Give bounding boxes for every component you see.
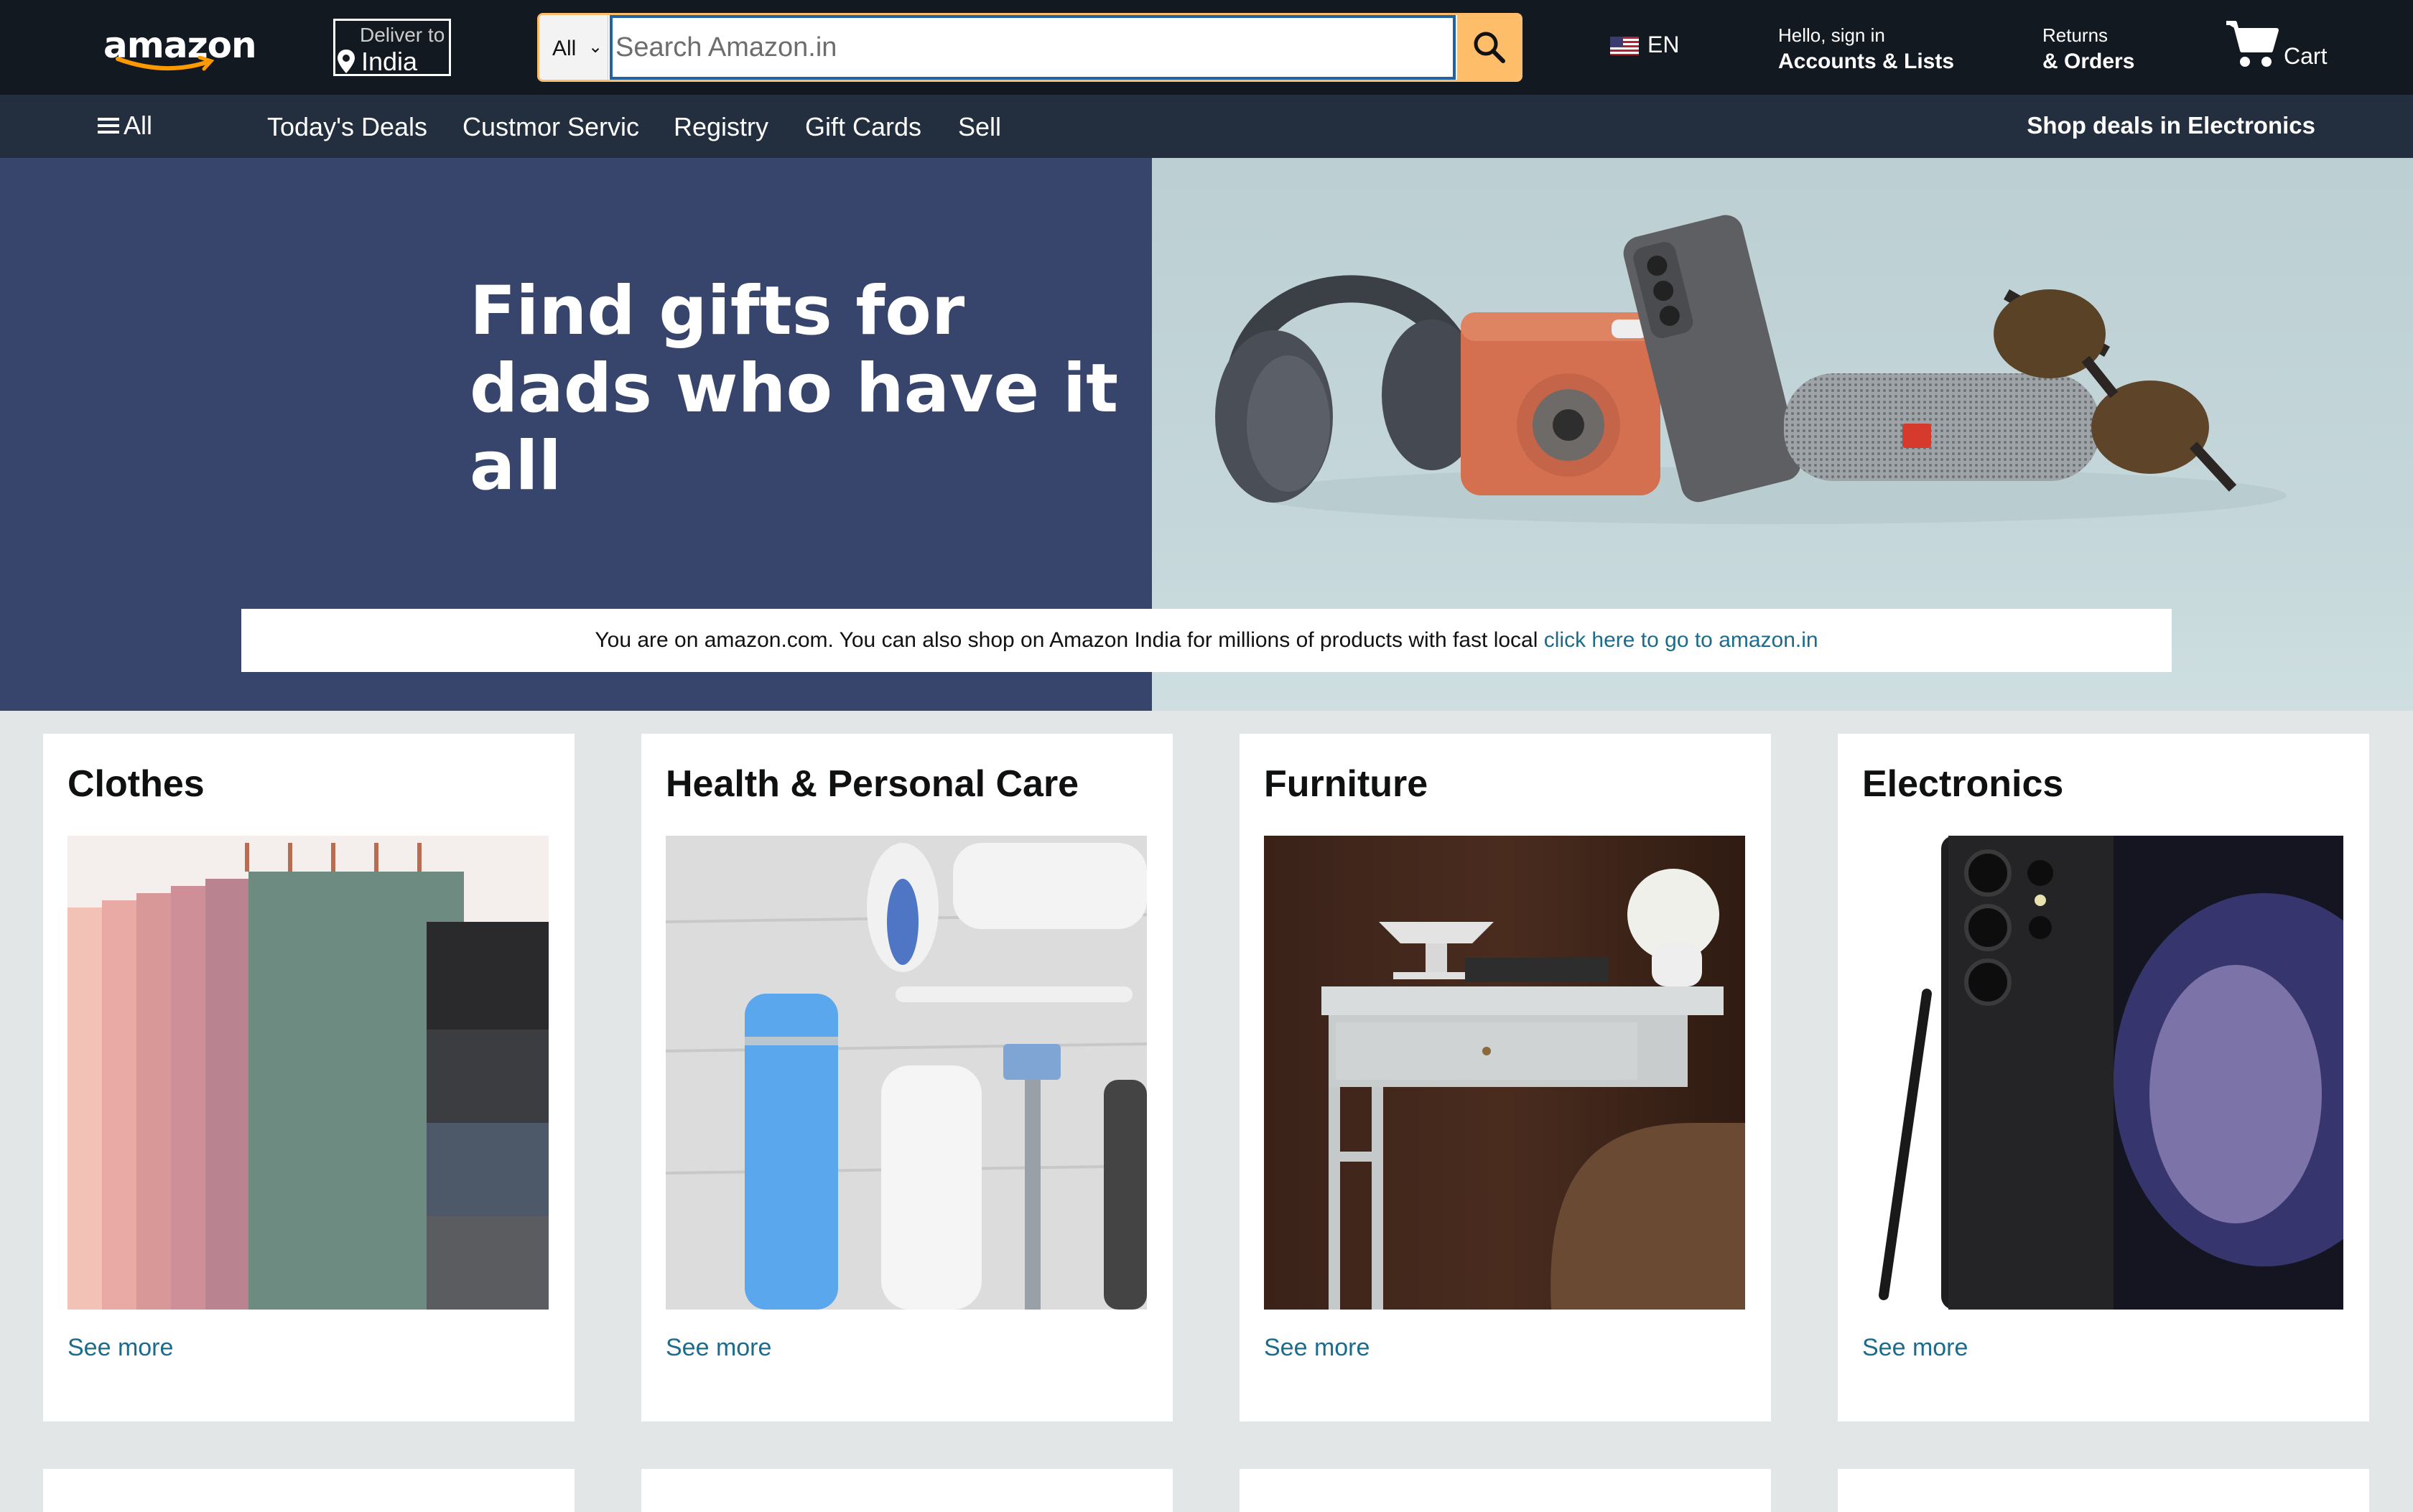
speaker-image (1784, 373, 2100, 481)
card-title: Clothes (68, 763, 205, 805)
nav-link-gift-cards[interactable]: Gift Cards (805, 112, 921, 142)
amazon-india-link[interactable]: click here to go to amazon.in (1544, 628, 1818, 652)
see-more-link[interactable]: See more (1264, 1334, 1370, 1362)
clothes-image[interactable] (68, 836, 549, 1310)
health-personal-care-image[interactable] (666, 836, 1147, 1310)
all-menu-label: All (124, 111, 153, 140)
account-menu[interactable]: Hello, sign in Accounts & Lists (1778, 24, 1954, 74)
category-card-health: Health & Personal Care See more (641, 734, 1173, 1422)
search-bar: All ⌄ (537, 13, 1522, 82)
card-title: Electronics (1862, 763, 2064, 805)
nav-link-registry[interactable]: Registry (674, 112, 768, 142)
location-pin-icon (338, 50, 355, 73)
language-label: EN (1647, 32, 1680, 57)
instant-camera-image (1461, 312, 1660, 495)
notice-text: You are on amazon.com. You can also shop… (595, 628, 1544, 652)
category-card-partial (43, 1469, 575, 1512)
sub-navbar: All Today's Deals Custmor Servic Registr… (0, 95, 2413, 158)
search-category-select[interactable]: All ⌄ (539, 15, 608, 80)
furniture-image[interactable] (1264, 836, 1745, 1310)
see-more-link[interactable]: See more (1862, 1334, 1968, 1362)
electronics-image[interactable] (1862, 836, 2343, 1310)
logo-smile-icon (116, 56, 215, 71)
cart-icon (2226, 21, 2279, 67)
hero-title-line2: dads who have it all (470, 350, 1119, 505)
account-greeting: Hello, sign in (1778, 24, 1885, 46)
amazon-india-notice: You are on amazon.com. You can also shop… (241, 609, 2172, 672)
amazon-logo[interactable]: amazon (101, 22, 257, 73)
see-more-link[interactable]: See more (68, 1334, 173, 1362)
category-card-furniture: Furniture See more (1240, 734, 1771, 1422)
deliver-to-location: India (361, 47, 418, 76)
search-button[interactable] (1457, 15, 1520, 80)
returns-label: Returns (2042, 24, 2109, 46)
deliver-to-label: Deliver to (360, 24, 445, 46)
hamburger-menu-icon (98, 118, 119, 134)
account-label: Accounts & Lists (1778, 50, 1955, 73)
nav-link-sell[interactable]: Sell (958, 112, 1001, 142)
deliver-to-button[interactable]: Deliver to India (333, 19, 451, 76)
category-card-partial (1240, 1469, 1771, 1512)
nav-link-todays-deals[interactable]: Today's Deals (267, 112, 427, 142)
hero-title: Find gifts for dads who have it all (470, 273, 1145, 505)
card-title: Health & Personal Care (666, 763, 1079, 805)
nav-link-customer-service[interactable]: Custmor Servic (462, 112, 639, 142)
language-selector[interactable]: EN (1610, 32, 1679, 58)
headphones-image (1215, 275, 1482, 503)
hero-title-line1: Find gifts for (470, 272, 965, 350)
category-card-electronics: Electronics See more (1838, 734, 2369, 1422)
category-card-clothes: Clothes See more (43, 734, 575, 1422)
category-card-partial (1838, 1469, 2369, 1512)
search-input[interactable] (610, 15, 1456, 80)
cart-button[interactable]: Cart (2223, 17, 2338, 75)
category-card-partial (641, 1469, 1173, 1512)
hero-banner[interactable]: Find gifts for dads who have it all You … (0, 158, 2413, 711)
search-icon (1474, 32, 1505, 63)
top-navbar: amazon Deliver to India All ⌄ Search Ama… (0, 0, 2413, 95)
see-more-link[interactable]: See more (666, 1334, 771, 1362)
all-menu-button[interactable]: All (98, 111, 152, 141)
search-category-label: All (552, 37, 577, 60)
electronics-deals-promo[interactable]: Shop deals in Electronics (2027, 112, 2315, 139)
card-title: Furniture (1264, 763, 1428, 805)
cart-label: Cart (2284, 43, 2328, 69)
chevron-down-icon: ⌄ (588, 37, 603, 57)
orders-label: & Orders (2042, 50, 2135, 73)
returns-orders-link[interactable]: Returns & Orders (2042, 24, 2134, 74)
us-flag-icon (1610, 37, 1639, 55)
